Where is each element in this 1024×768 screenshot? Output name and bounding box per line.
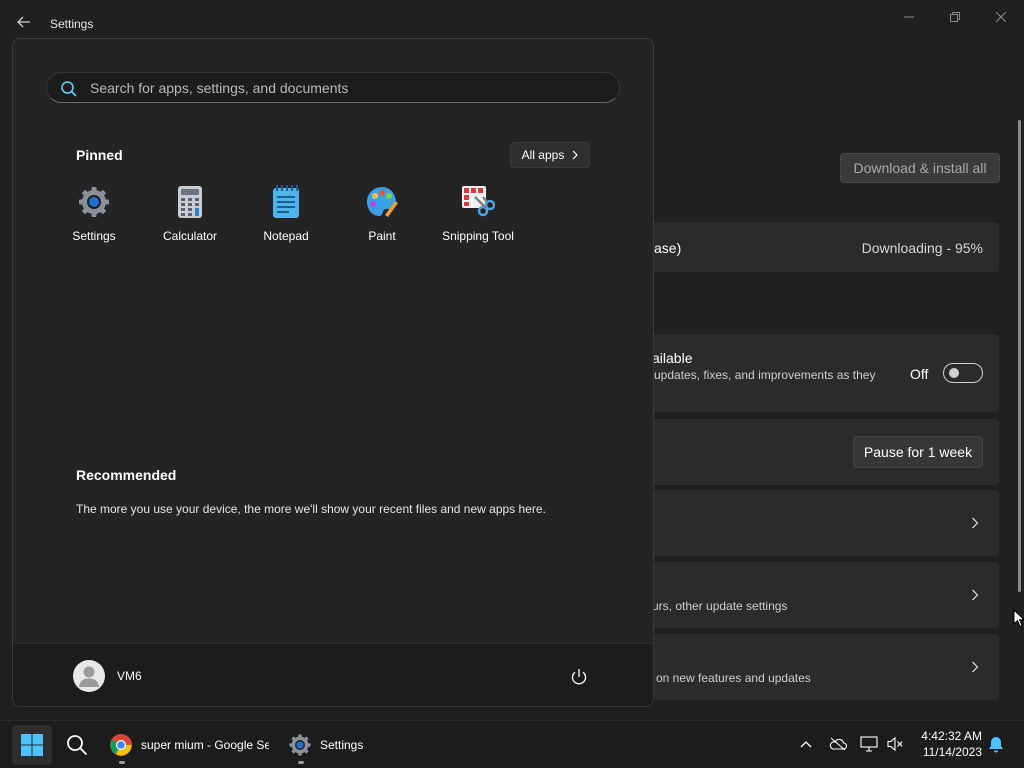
toggle-knob [949,368,959,378]
start-search-box[interactable] [46,72,620,103]
toggle-state-label: Off [910,366,929,382]
app-label: Settings [72,229,116,243]
pause-updates-card: Pause for 1 week [640,419,999,485]
back-arrow-icon [17,16,30,28]
insider-program-description: on new features and updates [656,671,811,685]
get-latest-title: ailable [652,350,693,366]
taskbar-chrome-button[interactable]: super mium - Google Se [103,725,273,765]
update-item-card: ase) Downloading - 95% [640,222,999,272]
mouse-cursor-icon [1013,609,1024,628]
settings-scrollbar[interactable] [1018,120,1021,592]
onedrive-offline-icon [829,737,847,751]
pause-updates-button[interactable]: Pause for 1 week [853,436,983,468]
power-button[interactable] [568,666,590,688]
restore-icon [950,12,960,22]
clock-date: 11/14/2023 [922,745,982,759]
close-button[interactable] [978,4,1024,30]
notifications-button[interactable] [986,734,1006,754]
user-name: VM6 [117,669,142,683]
running-indicator [298,761,304,764]
power-icon [571,669,587,685]
app-label: Paint [368,229,396,243]
show-hidden-icons-button[interactable] [796,734,816,754]
taskbar-search-button[interactable] [57,725,97,765]
onedrive-button[interactable] [828,734,848,754]
chevron-right-icon [969,660,981,674]
start-menu: Pinned All apps [12,38,654,707]
recommended-empty-text: The more you use your device, the more w… [76,502,546,516]
start-menu-footer: VM6 [13,643,653,706]
volume-muted-icon [887,736,903,752]
snipping-tool-icon [461,185,495,219]
chevron-right-icon [969,588,981,602]
chevron-right-icon [969,516,981,530]
pinned-app-paint[interactable]: Paint [334,185,430,247]
start-search-input[interactable] [90,78,590,98]
get-latest-description: updates, fixes, and improvements as they [654,368,876,382]
title-bar: Settings [0,0,1024,40]
notepad-icon [269,185,303,219]
bell-icon [989,736,1003,752]
app-label: Snipping Tool [442,229,514,243]
get-latest-updates-card: ailable updates, fixes, and improvements… [640,334,999,412]
start-button[interactable] [12,725,52,765]
maximize-button[interactable] [932,4,978,30]
advanced-options-card[interactable]: urs, other update settings [640,562,999,628]
windows-logo-icon [21,734,43,756]
minimize-icon [904,16,914,18]
window-title: Settings [50,17,94,31]
taskbar-chrome-label: super mium - Google Se [141,738,269,752]
update-history-card[interactable] [640,490,999,556]
all-apps-button[interactable]: All apps [510,142,590,168]
volume-button[interactable] [885,734,905,754]
paint-palette-icon [365,185,399,219]
running-indicator [119,761,125,764]
calculator-icon [173,185,207,219]
update-status: Downloading - 95% [861,240,983,256]
taskbar-clock[interactable]: 4:42:32 AM 11/14/2023 [910,728,982,760]
app-label: Notepad [263,229,309,243]
taskbar: super mium - Google Se Settings 4:42:32 … [0,720,1024,768]
recommended-heading: Recommended [76,467,177,483]
chevron-up-icon [800,741,812,748]
user-account-button[interactable]: VM6 [73,658,142,694]
pinned-app-settings[interactable]: Settings [46,185,142,247]
settings-gear-icon [77,185,111,219]
pinned-app-snipping-tool[interactable]: Snipping Tool [430,185,526,247]
all-apps-label: All apps [521,148,565,162]
pinned-app-notepad[interactable]: Notepad [238,185,334,247]
minimize-button[interactable] [886,4,932,30]
get-latest-toggle[interactable] [943,363,983,383]
user-silhouette-icon [79,666,99,687]
network-icon [860,736,878,752]
taskbar-settings-button[interactable]: Settings [284,725,376,765]
download-install-all-button[interactable]: Download & install all [840,153,1000,183]
search-icon [67,735,88,756]
pinned-heading: Pinned [76,147,123,163]
back-button[interactable] [12,10,36,34]
chevron-right-icon [572,150,579,160]
network-button[interactable] [859,734,879,754]
chrome-icon [110,734,132,756]
update-item-title: ase) [654,240,682,256]
insider-program-card[interactable]: on new features and updates [640,634,999,700]
taskbar-settings-label: Settings [320,738,364,752]
pinned-apps-grid: Settings Calculator Notepad Paint Snippi… [46,185,526,247]
avatar [73,660,105,692]
pinned-app-calculator[interactable]: Calculator [142,185,238,247]
settings-gear-icon [289,734,311,756]
search-icon [61,81,77,97]
advanced-options-description: urs, other update settings [652,599,788,613]
close-icon [996,12,1006,22]
clock-time: 4:42:32 AM [921,729,982,743]
app-label: Calculator [162,229,218,243]
